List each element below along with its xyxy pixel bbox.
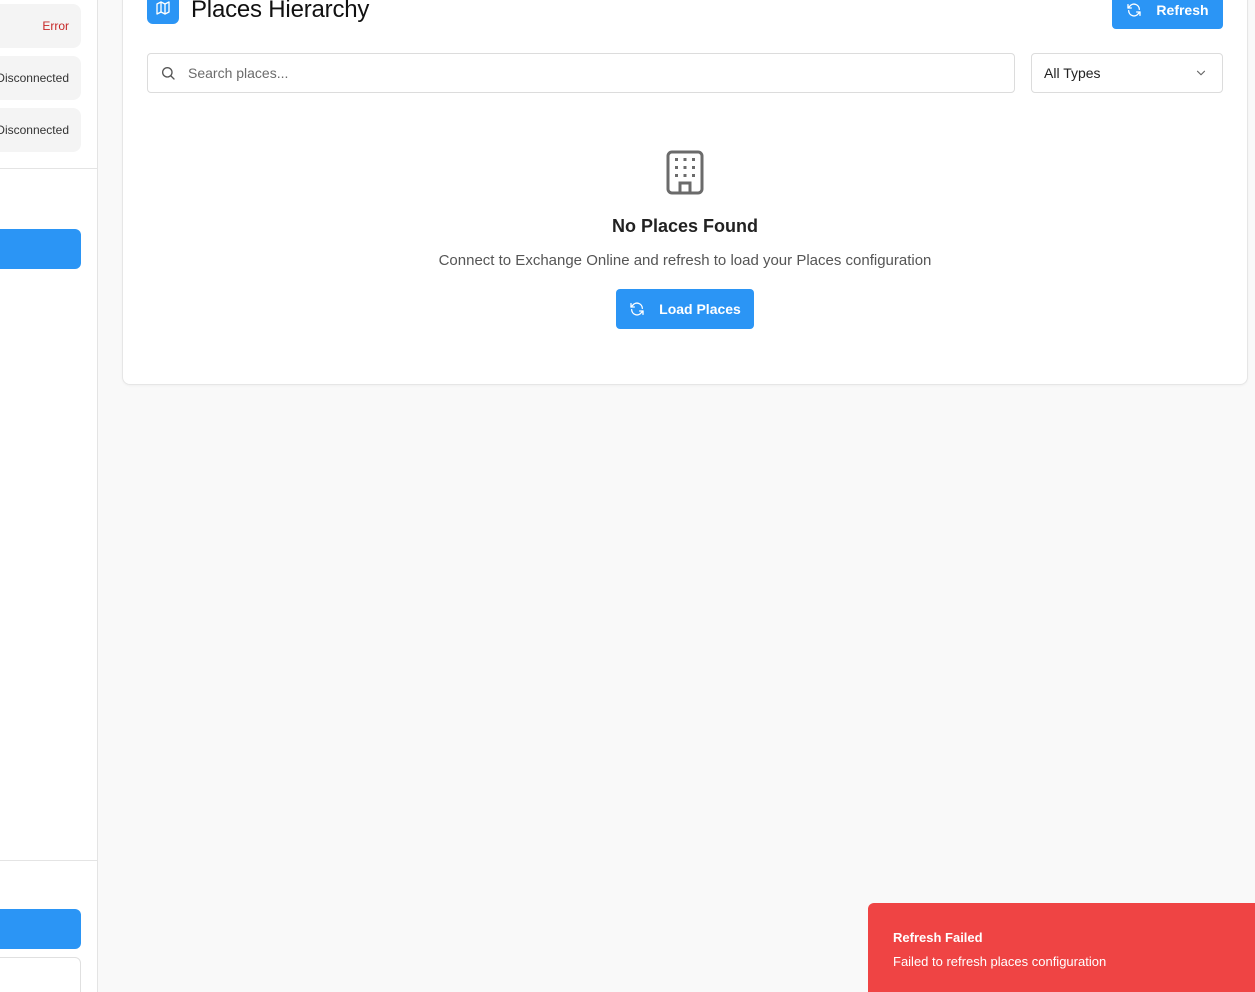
load-places-label: Load Places	[659, 301, 741, 317]
type-filter-value: All Types	[1044, 65, 1101, 81]
sidebar-divider	[0, 168, 97, 169]
sidebar-action-button[interactable]	[0, 229, 81, 269]
refresh-label: Refresh	[1156, 1, 1209, 18]
search-icon	[160, 65, 176, 81]
type-filter-select[interactable]: All Types	[1031, 53, 1223, 93]
sidebar-divider	[0, 860, 97, 861]
connection-status-disconnected: Disconnected	[0, 56, 81, 100]
sidebar: Error Disconnected Disconnected	[0, 0, 98, 992]
sidebar-footer-panel	[0, 957, 81, 992]
refresh-button[interactable]: Refresh	[1112, 0, 1223, 29]
connection-status-disconnected: Disconnected	[0, 108, 81, 152]
connection-status-error: Error	[0, 4, 81, 48]
refresh-icon	[629, 301, 645, 317]
search-field[interactable]	[147, 53, 1015, 93]
toast-title: Refresh Failed	[893, 930, 983, 945]
status-text: Disconnected	[0, 71, 69, 85]
search-input[interactable]	[188, 65, 988, 81]
toast-message: Failed to refresh places configuration	[893, 954, 1107, 969]
empty-state-title: No Places Found	[611, 216, 759, 236]
page-title: Places Hierarchy	[191, 0, 370, 23]
chevron-down-icon	[1194, 66, 1208, 80]
refresh-icon	[1126, 2, 1142, 18]
error-toast[interactable]: Refresh Failed Failed to refresh places …	[868, 903, 1255, 992]
load-places-button[interactable]: Load Places	[616, 289, 754, 329]
empty-state-description: Connect to Exchange Online and refresh t…	[438, 252, 932, 269]
map-icon	[147, 0, 179, 24]
status-text: Error	[42, 19, 69, 33]
sidebar-footer-button[interactable]	[0, 909, 81, 949]
status-text: Disconnected	[0, 123, 69, 137]
building-icon	[665, 150, 705, 196]
